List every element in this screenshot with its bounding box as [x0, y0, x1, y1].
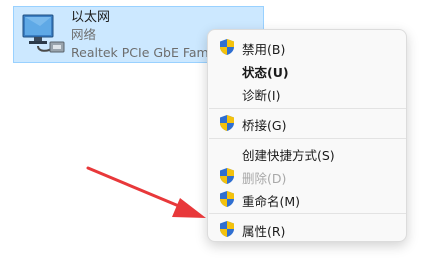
desktop-canvas: 以太网 网络 Realtek PCIe GbE Family Controlle… — [0, 0, 443, 265]
red-arrow-icon — [86, 166, 206, 218]
